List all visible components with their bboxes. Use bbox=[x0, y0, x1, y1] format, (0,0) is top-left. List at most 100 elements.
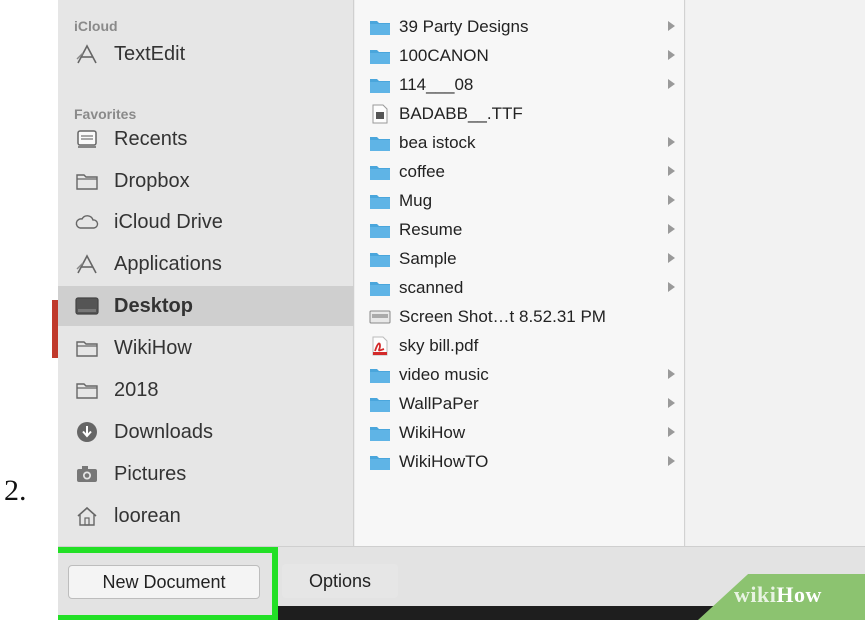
disclosure-arrow-icon bbox=[668, 224, 675, 234]
file-name: bea istock bbox=[399, 132, 476, 152]
file-name: sky bill.pdf bbox=[399, 335, 479, 355]
font-icon bbox=[369, 104, 391, 123]
sidebar-item-label: loorean bbox=[114, 504, 181, 527]
cloud-icon bbox=[74, 210, 100, 234]
folder-icon bbox=[369, 395, 391, 413]
sidebar-item-applications[interactable]: Applications bbox=[58, 244, 354, 284]
sidebar-item-dropbox[interactable]: Dropbox bbox=[58, 161, 354, 201]
step-number: 2. bbox=[4, 474, 27, 507]
disclosure-arrow-icon bbox=[668, 79, 675, 89]
file-row[interactable]: Resume bbox=[355, 215, 685, 244]
file-name: WikiHowTO bbox=[399, 451, 489, 471]
file-row[interactable]: 100CANON bbox=[355, 41, 685, 70]
sidebar-item-label: 2018 bbox=[114, 378, 159, 401]
file-name: coffee bbox=[399, 161, 446, 181]
file-row[interactable]: 114___08 bbox=[355, 70, 685, 99]
sidebar-item-icloud-drive[interactable]: iCloud Drive bbox=[58, 202, 354, 242]
pdf-icon bbox=[369, 336, 391, 355]
file-row[interactable]: 39 Party Designs bbox=[355, 12, 685, 41]
folder-icon bbox=[369, 18, 391, 36]
disclosure-arrow-icon bbox=[668, 21, 675, 31]
sidebar-item-label: Applications bbox=[114, 252, 222, 275]
wikihow-watermark: wikiHow bbox=[734, 582, 822, 608]
sidebar-item-label: Recents bbox=[114, 127, 188, 150]
sidebar-item-downloads[interactable]: Downloads bbox=[58, 412, 354, 452]
sidebar-item-loorean[interactable]: loorean bbox=[58, 496, 354, 536]
sidebar-item-textedit[interactable]: TextEdit bbox=[58, 34, 354, 74]
file-list-column[interactable]: 39 Party Designs 100CANON 114___08 BADABB__… bbox=[355, 0, 685, 546]
folder-icon bbox=[74, 378, 100, 402]
file-name: scanned bbox=[399, 277, 464, 297]
folder-icon bbox=[369, 453, 391, 471]
file-name: Resume bbox=[399, 219, 463, 239]
file-row[interactable]: bea istock bbox=[355, 128, 685, 157]
image-icon bbox=[369, 308, 391, 326]
sidebar-item-label: iCloud Drive bbox=[114, 210, 223, 233]
desktop-icon bbox=[74, 294, 100, 318]
file-row[interactable]: WallPaPer bbox=[355, 389, 685, 418]
file-name: video music bbox=[399, 364, 489, 384]
disclosure-arrow-icon bbox=[668, 166, 675, 176]
folder-icon bbox=[369, 250, 391, 268]
watermark-wiki: wiki bbox=[734, 582, 777, 607]
sidebar-item-recents[interactable]: Recents bbox=[58, 119, 354, 159]
sidebar-item-label: Pictures bbox=[114, 462, 187, 485]
disclosure-arrow-icon bbox=[668, 398, 675, 408]
file-name: Mug bbox=[399, 190, 433, 210]
file-name: BADABB__.TTF bbox=[399, 103, 523, 123]
folder-icon bbox=[369, 192, 391, 210]
file-row[interactable]: sky bill.pdf bbox=[355, 331, 685, 360]
file-row[interactable]: WikiHow bbox=[355, 418, 685, 447]
file-name: 39 Party Designs bbox=[399, 16, 529, 36]
sidebar-item-label: Desktop bbox=[114, 294, 193, 317]
sidebar-item-wikihow[interactable]: WikiHow bbox=[58, 328, 354, 368]
sidebar: iCloud TextEdit Favorites Recents Dropbox iCl… bbox=[58, 0, 354, 546]
applications-icon bbox=[74, 252, 100, 276]
options-button[interactable]: Options bbox=[282, 564, 398, 598]
folder-icon bbox=[369, 424, 391, 442]
home-icon bbox=[74, 504, 100, 528]
disclosure-arrow-icon bbox=[668, 137, 675, 147]
disclosure-arrow-icon bbox=[668, 456, 675, 466]
file-row[interactable]: WikiHowTO bbox=[355, 447, 685, 476]
file-row[interactable]: Sample bbox=[355, 244, 685, 273]
open-dialog: iCloud TextEdit Favorites Recents Dropbox iCl… bbox=[58, 0, 865, 620]
disclosure-arrow-icon bbox=[668, 195, 675, 205]
disclosure-arrow-icon bbox=[668, 427, 675, 437]
disclosure-arrow-icon bbox=[668, 253, 675, 263]
folder-icon bbox=[369, 47, 391, 65]
preview-column bbox=[686, 0, 865, 546]
file-row[interactable]: BADABB__.TTF bbox=[355, 99, 685, 128]
sidebar-item-pictures[interactable]: Pictures bbox=[58, 454, 354, 494]
camera-icon bbox=[74, 462, 100, 486]
file-row[interactable]: coffee bbox=[355, 157, 685, 186]
sidebar-item-label: Downloads bbox=[114, 420, 213, 443]
folder-icon bbox=[369, 134, 391, 152]
file-row[interactable]: scanned bbox=[355, 273, 685, 302]
new-document-button[interactable]: New Document bbox=[68, 565, 260, 599]
folder-icon bbox=[74, 169, 100, 193]
disclosure-arrow-icon bbox=[668, 369, 675, 379]
textedit-icon bbox=[74, 42, 100, 66]
sidebar-item-2018[interactable]: 2018 bbox=[58, 370, 354, 410]
recents-icon bbox=[74, 127, 100, 151]
file-row[interactable]: video music bbox=[355, 360, 685, 389]
folder-icon bbox=[369, 76, 391, 94]
file-name: Sample bbox=[399, 248, 457, 268]
file-name: Screen Shot…t 8.52.31 PM bbox=[399, 306, 606, 326]
file-name: 100CANON bbox=[399, 45, 489, 65]
downloads-icon bbox=[74, 420, 100, 444]
watermark-how: How bbox=[776, 582, 822, 607]
sidebar-heading-icloud: iCloud bbox=[74, 18, 118, 34]
file-row[interactable]: Screen Shot…t 8.52.31 PM bbox=[355, 302, 685, 331]
folder-icon bbox=[369, 279, 391, 297]
disclosure-arrow-icon bbox=[668, 50, 675, 60]
folder-icon bbox=[74, 336, 100, 360]
file-name: WikiHow bbox=[399, 422, 466, 442]
sidebar-item-desktop[interactable]: Desktop bbox=[58, 286, 354, 326]
sidebar-item-label: Dropbox bbox=[114, 169, 190, 192]
file-name: WallPaPer bbox=[399, 393, 479, 413]
disclosure-arrow-icon bbox=[668, 282, 675, 292]
file-name: 114___08 bbox=[399, 74, 474, 94]
file-row[interactable]: Mug bbox=[355, 186, 685, 215]
